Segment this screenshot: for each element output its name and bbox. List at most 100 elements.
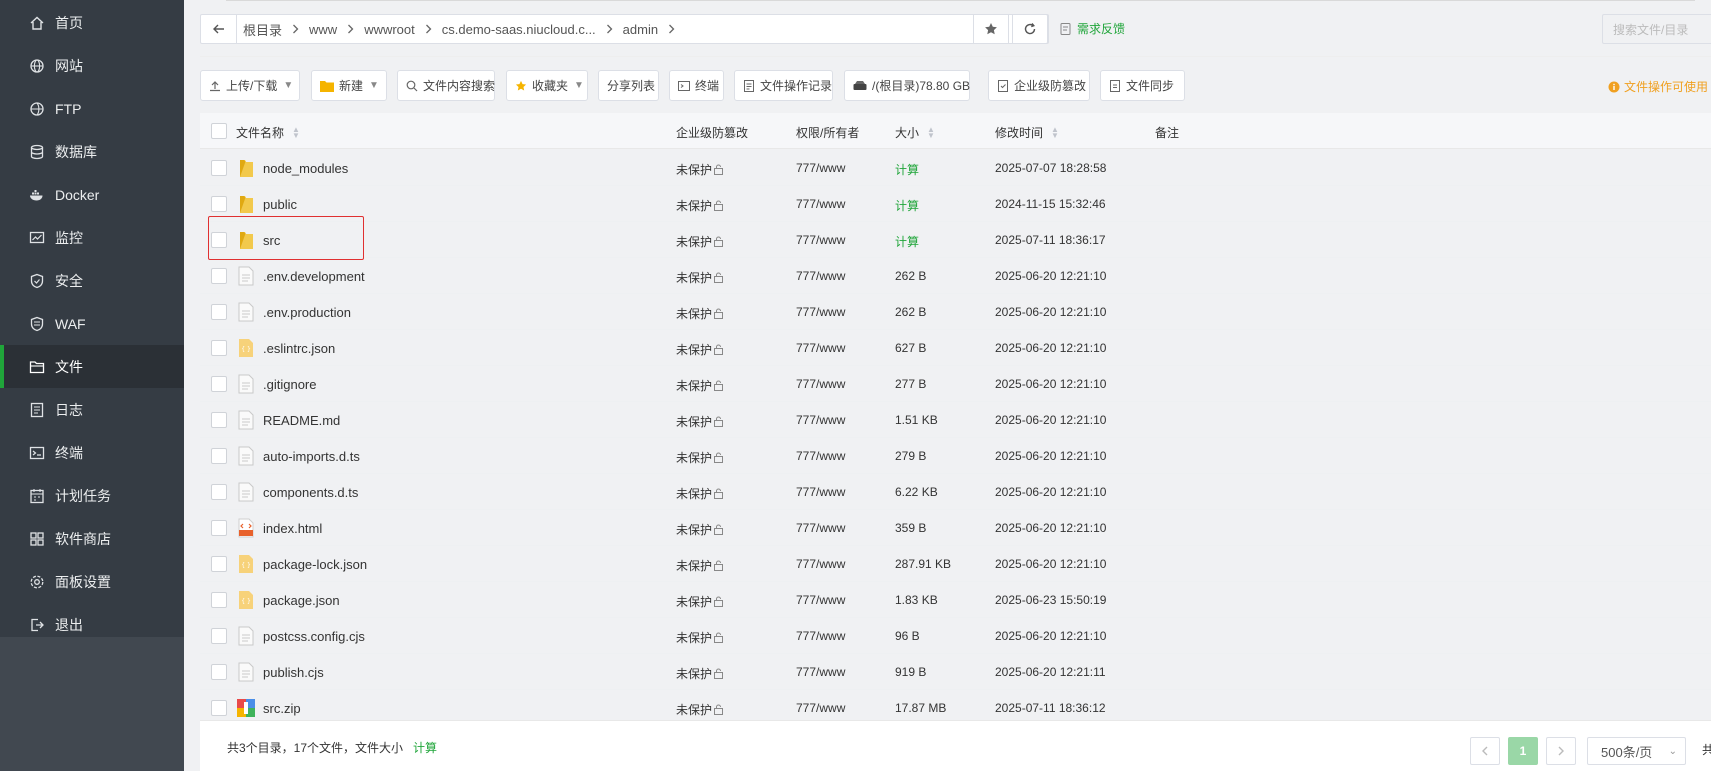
table-row[interactable]: publish.cjs 未保护 777/www 919 B 2025-06-20 12:… [200,654,1711,690]
sidebar-item[interactable]: 数据库 [0,130,184,173]
permission[interactable]: 777/www [796,557,845,571]
row-checkbox[interactable] [211,196,227,212]
permission[interactable]: 777/www [796,413,845,427]
table-row[interactable]: index.html 未保护 777/www 359 B 2025-06-20 12:2… [200,510,1711,546]
file-name[interactable]: .env.development [236,266,365,286]
favorites-button[interactable]: 收藏夹 ▼ [506,70,588,101]
page-number[interactable]: 1 [1508,737,1538,765]
tamper-status[interactable]: 未保护 [676,449,724,466]
permission[interactable]: 777/www [796,593,845,607]
file-name[interactable]: components.d.ts [236,482,358,502]
permission[interactable]: 777/www [796,161,845,175]
file-sync-button[interactable]: 文件同步 [1100,70,1185,101]
tamper-status[interactable]: 未保护 [676,413,724,430]
file-name[interactable]: .gitignore [236,374,316,394]
file-name[interactable]: README.md [236,410,340,430]
table-row[interactable]: node_modules 未保护 777/www 计算 2025-07-07 18:28… [200,150,1711,186]
row-checkbox[interactable] [211,628,227,644]
breadcrumb-item[interactable]: 根目录 [237,20,288,39]
operation-log-button[interactable]: 文件操作记录 [734,70,833,101]
calc-total-link[interactable]: 计算 [413,739,437,756]
permission[interactable]: 777/www [796,377,845,391]
table-row[interactable]: { } package.json 未保护 777/www 1.83 KB 2025-06-… [200,582,1711,618]
table-row[interactable]: .env.development 未保护 777/www 262 B 2025-06-2… [200,258,1711,294]
file-name[interactable]: public [236,194,297,214]
back-button[interactable] [201,15,237,43]
sidebar-item[interactable]: FTP [0,87,184,130]
table-row[interactable]: { } package-lock.json 未保护 777/www 287.91 KB 2… [200,546,1711,582]
breadcrumb-item[interactable]: admin [617,22,664,37]
sidebar-item[interactable]: 软件商店 [0,517,184,560]
content-search-button[interactable]: 文件内容搜索 [397,70,495,101]
sidebar-item[interactable]: 退出 [0,603,184,646]
table-row[interactable]: public 未保护 777/www 计算 2024-11-15 15:32:46 [200,186,1711,222]
permission[interactable]: 777/www [796,521,845,535]
permission[interactable]: 777/www [796,269,845,283]
permission[interactable]: 777/www [796,701,845,715]
tamper-status[interactable]: 未保护 [676,161,724,178]
tamper-status[interactable]: 未保护 [676,521,724,538]
file-name[interactable]: { } .eslintrc.json [236,338,335,358]
prev-page-button[interactable] [1470,737,1500,765]
permission[interactable]: 777/www [796,305,845,319]
file-name[interactable]: auto-imports.d.ts [236,446,360,466]
tamper-status[interactable]: 未保护 [676,557,724,574]
header-name[interactable]: 文件名称 ▲ ▼ [236,124,300,141]
table-row[interactable]: src 未保护 777/www 计算 2025-07-11 18:36:17 [200,222,1711,258]
row-checkbox[interactable] [211,592,227,608]
permission[interactable]: 777/www [796,665,845,679]
tamper-status[interactable]: 未保护 [676,701,724,718]
row-checkbox[interactable] [211,700,227,716]
permission[interactable]: 777/www [796,629,845,643]
permission[interactable]: 777/www [796,341,845,355]
tamper-status[interactable]: 未保护 [676,341,724,358]
search-input[interactable]: 搜索文件/目录 [1602,14,1711,44]
refresh-button[interactable] [1012,14,1048,44]
next-page-button[interactable] [1546,737,1576,765]
sidebar-item[interactable]: 终端 [0,431,184,474]
row-checkbox[interactable] [211,556,227,572]
table-row[interactable]: { } .eslintrc.json 未保护 777/www 627 B 2025-06-… [200,330,1711,366]
new-button[interactable]: 新建 ▼ [311,70,387,101]
row-checkbox[interactable] [211,232,227,248]
feedback-link[interactable]: 需求反馈 [1059,20,1125,37]
row-checkbox[interactable] [211,448,227,464]
file-name[interactable]: { } package-lock.json [236,554,367,574]
breadcrumb-item[interactable]: cs.demo-saas.niucloud.c... [436,22,602,37]
tamper-status[interactable]: 未保护 [676,485,724,502]
tamper-status[interactable]: 未保护 [676,629,724,646]
sidebar-item[interactable]: 面板设置 [0,560,184,603]
tamper-status[interactable]: 未保护 [676,377,724,394]
table-row[interactable]: .gitignore 未保护 777/www 277 B 2025-06-20 12:2… [200,366,1711,402]
row-checkbox[interactable] [211,412,227,428]
upload-download-button[interactable]: 上传/下载 ▼ [200,70,300,101]
sidebar-item[interactable]: 监控 [0,216,184,259]
tamper-status[interactable]: 未保护 [676,197,724,214]
table-row[interactable]: components.d.ts 未保护 777/www 6.22 KB 2025-06-… [200,474,1711,510]
terminal-button[interactable]: 终端 [669,70,724,101]
select-all-checkbox[interactable] [211,123,227,139]
sidebar-item[interactable]: 网站 [0,44,184,87]
permission[interactable]: 777/www [796,233,845,247]
tamper-button[interactable]: 企业级防篡改 [988,70,1090,101]
row-checkbox[interactable] [211,520,227,536]
file-name[interactable]: .env.production [236,302,351,322]
share-list-button[interactable]: 分享列表 [598,70,659,101]
table-row[interactable]: README.md 未保护 777/www 1.51 KB 2025-06-20 12:… [200,402,1711,438]
favorite-button[interactable] [973,14,1009,44]
calc-size-link[interactable]: 计算 [895,233,919,250]
tamper-status[interactable]: 未保护 [676,233,724,250]
tamper-status[interactable]: 未保护 [676,305,724,322]
permission[interactable]: 777/www [796,449,845,463]
row-checkbox[interactable] [211,268,227,284]
file-name[interactable]: src [236,230,280,250]
file-name[interactable]: { } package.json [236,590,340,610]
page-size-select[interactable]: 500条/页 ⌄ [1587,737,1686,765]
table-row[interactable]: postcss.config.cjs 未保护 777/www 96 B 2025-06-… [200,618,1711,654]
row-checkbox[interactable] [211,160,227,176]
permission[interactable]: 777/www [796,485,845,499]
sidebar-item[interactable]: 文件 [0,345,184,388]
header-mtime[interactable]: 修改时间 ▲ ▼ [995,124,1059,141]
table-row[interactable]: auto-imports.d.ts 未保护 777/www 279 B 2025-06-… [200,438,1711,474]
row-checkbox[interactable] [211,304,227,320]
